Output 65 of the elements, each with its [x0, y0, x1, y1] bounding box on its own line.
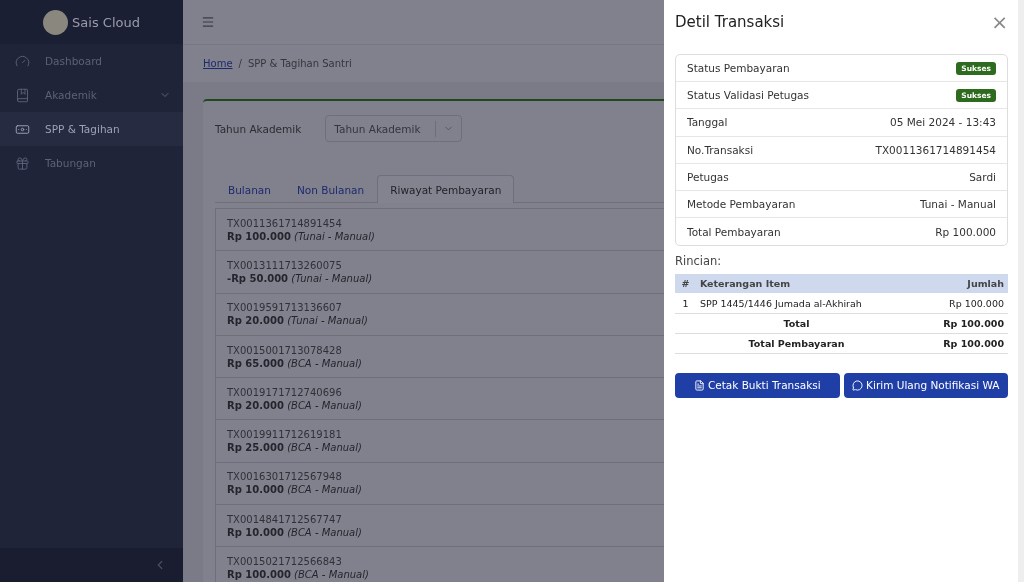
column-header: Keterangan Item — [695, 274, 919, 294]
transaction-id: TX0013111713260075 — [227, 259, 343, 271]
detail-label: Status Validasi Petugas — [687, 89, 810, 102]
gauge-icon — [15, 53, 30, 69]
transaction-amount: Rp 100.000 (Tunai - Manual) — [227, 230, 376, 242]
action-button[interactable]: Cetak Bukti Transaksi — [675, 372, 840, 398]
transaction-amount: Rp 20.000 (Tunai - Manual) — [227, 315, 369, 327]
gift-icon — [15, 155, 30, 171]
menu-icon[interactable] — [201, 15, 215, 29]
section-title: Rincian: — [675, 254, 723, 269]
detail-label: Total Pembayaran — [687, 225, 781, 238]
total-amount: Rp 100.000 — [918, 313, 1008, 334]
transaction-amount: Rp 10.000 (BCA - Manual) — [227, 526, 363, 538]
total-label: Total — [675, 313, 919, 334]
detail-label: Tanggal — [687, 116, 728, 129]
table-cell: Rp 100.000 — [918, 293, 1008, 314]
transaction-id: TX0019911712619181 — [227, 429, 343, 441]
transaction-id: TX0014841712567747 — [227, 513, 343, 525]
transaction-id: TX0015001713078428 — [227, 344, 343, 356]
transaction-id: TX0019591713136607 — [227, 302, 343, 314]
filter-label: Tahun Akademik — [215, 122, 302, 135]
column-header: Jumlah — [918, 274, 1008, 294]
transaction-id: TX0016301712567948 — [227, 471, 343, 483]
sidebar-item[interactable]: Akademik — [0, 78, 183, 112]
detail-label: Metode Pembayaran — [687, 198, 796, 211]
breadcrumb-link[interactable]: Home — [203, 58, 233, 69]
tab[interactable]: Non Bulanan — [283, 175, 378, 203]
column-header: # — [675, 274, 696, 294]
transaction-amount: Rp 25.000 (BCA - Manual) — [227, 442, 363, 454]
logo-icon — [43, 9, 69, 35]
breadcrumb-current: SPP & Tagihan Santri — [247, 58, 352, 69]
detail-value: TX0011361714891454 — [875, 143, 996, 156]
sidebar-item[interactable]: Dashboard — [0, 44, 183, 78]
transaction-amount: Rp 20.000 (BCA - Manual) — [227, 399, 363, 411]
drawer-title: Detil Transaksi — [675, 13, 785, 31]
tab[interactable]: Bulanan — [215, 175, 284, 203]
file-icon — [693, 379, 705, 391]
detail-value: Tunai - Manual — [919, 198, 996, 211]
transaction-id: TX0011361714891454 — [227, 217, 343, 229]
book-icon — [15, 87, 30, 103]
detail-label: Status Pembayaran — [687, 62, 790, 75]
detail-value: Sardi — [969, 170, 996, 183]
breadcrumb-separator: / — [238, 58, 242, 69]
brand-name: Sais Cloud — [72, 14, 140, 30]
total-amount: Rp 100.000 — [918, 333, 1008, 354]
sidebar-item[interactable]: Tabungan — [0, 146, 183, 180]
close-button[interactable]: × — [991, 12, 1008, 32]
chat-icon — [852, 379, 864, 391]
transaction-amount: Rp 10.000 (BCA - Manual) — [227, 484, 363, 496]
detail-value: Rp 100.000 — [935, 225, 996, 238]
transaction-amount: Rp 65.000 (BCA - Manual) — [227, 357, 363, 369]
total-label: Total Pembayaran — [675, 333, 919, 354]
table-cell: SPP 1445/1446 Jumada al-Akhirah — [695, 293, 919, 314]
sidebar-item[interactable]: SPP & Tagihan — [0, 112, 183, 146]
action-button[interactable]: Kirim Ulang Notifikasi WA — [843, 372, 1008, 398]
transaction-id: TX0019171712740696 — [227, 386, 343, 398]
year-select[interactable]: Tahun Akademik — [325, 115, 463, 142]
transaction-amount: -Rp 50.000 (Tunai - Manual) — [227, 272, 374, 284]
detail-label: No.Transaksi — [687, 143, 754, 156]
detail-label: Petugas — [687, 170, 729, 183]
tab[interactable]: Riwayat Pembayaran — [377, 175, 515, 203]
detail-value: 05 Mei 2024 - 13:43 — [890, 116, 996, 129]
transaction-amount: Rp 100.000 (BCA - Manual) — [227, 569, 370, 580]
table-cell: 1 — [675, 293, 696, 314]
transaction-id: TX0015021712566843 — [227, 556, 343, 567]
